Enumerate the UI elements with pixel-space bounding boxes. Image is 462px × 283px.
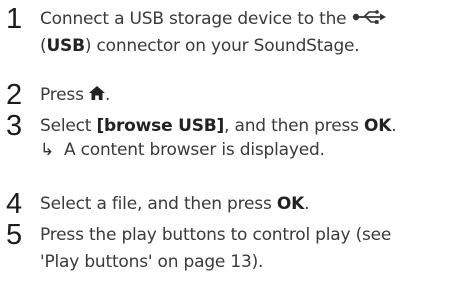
step-2-number: 2	[6, 79, 23, 111]
step-5: 5 Press the play buttons to control play…	[0, 221, 462, 281]
step-3: 3 Select [browse USB], and then press OK…	[0, 112, 462, 172]
step-2-line: Press .	[40, 84, 110, 106]
step-3-text-b: , and then press	[224, 116, 364, 136]
step-3-text-c: .	[391, 116, 397, 136]
result-arrow-icon: ↳	[40, 140, 55, 160]
step-3-result: ↳ A content browser is displayed.	[40, 139, 325, 161]
step-5-line-1: Press the play buttons to control play (…	[40, 225, 392, 245]
step-1-line-1: Connect a USB storage device to the	[40, 8, 386, 30]
step-2: 2 Press .	[0, 81, 462, 111]
usb-icon	[352, 8, 386, 30]
instruction-steps: 1 Connect a USB storage device to the (U…	[0, 0, 462, 283]
ok-label: OK	[276, 194, 305, 214]
usb-label: USB	[46, 36, 85, 56]
step-4-line: Select a file, and then press OK.	[40, 193, 309, 215]
step-4: 4 Select a file, and then press OK.	[0, 190, 462, 220]
step-3-result-text: A content browser is displayed.	[64, 140, 325, 160]
step-1: 1 Connect a USB storage device to the (U…	[0, 5, 462, 65]
home-icon	[88, 84, 105, 106]
step-4-text-b: .	[304, 194, 310, 214]
step-4-number: 4	[6, 188, 23, 220]
browse-usb-label: [browse USB]	[96, 116, 225, 136]
step-2-period: .	[104, 85, 111, 105]
step-4-text-a: Select a file, and then press	[40, 194, 277, 214]
step-2-text: Press	[40, 85, 84, 105]
step-5-line-2: 'Play buttons' on page 13).	[40, 252, 264, 272]
step-3-text-a: Select	[40, 116, 97, 136]
step-5-number: 5	[6, 219, 23, 251]
step-1-line-2: (USB) connector on your SoundStage.	[40, 35, 360, 57]
ok-label: OK	[363, 116, 392, 136]
step-3-line-1: Select [browse USB], and then press OK.	[40, 115, 397, 137]
step-1-connector-text: ) connector on your SoundStage.	[84, 36, 360, 56]
step-1-text: Connect a USB storage device to the	[40, 9, 347, 29]
step-1-number: 1	[6, 3, 23, 35]
step-3-number: 3	[6, 110, 23, 142]
